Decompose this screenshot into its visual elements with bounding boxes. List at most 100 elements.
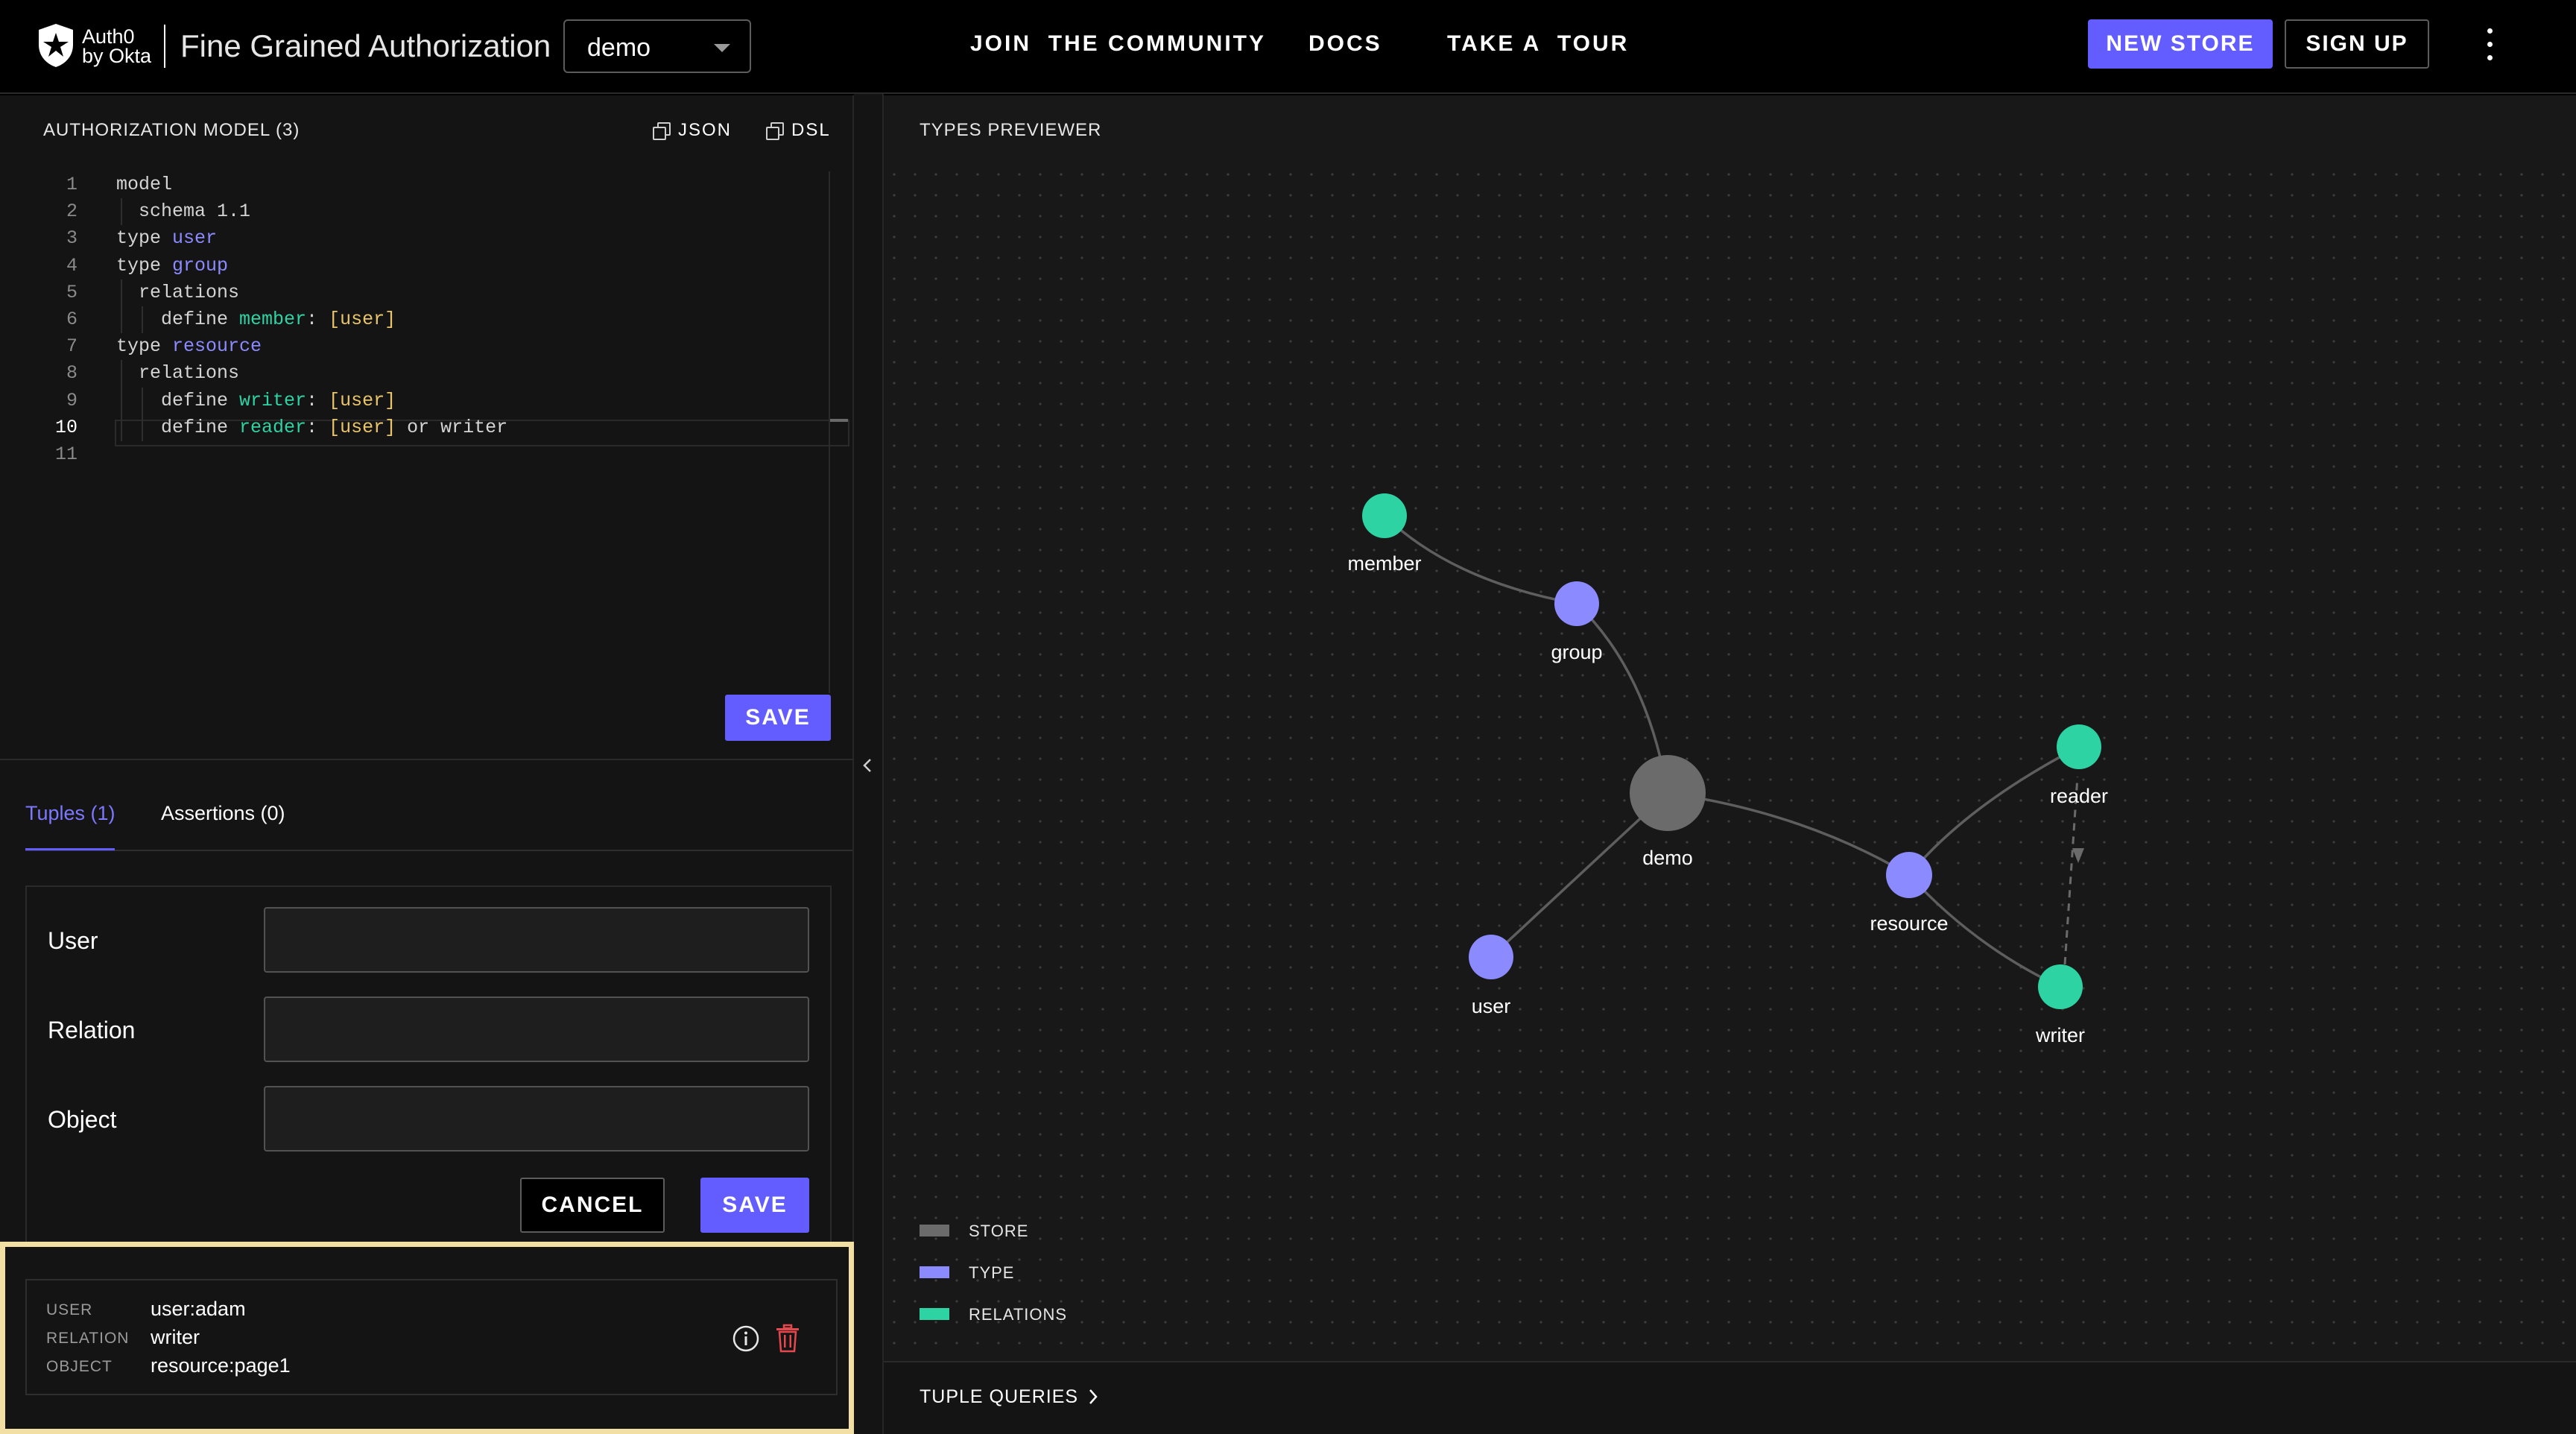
nav-take-a-tour[interactable]: TAKE A TOUR <box>1447 29 1629 59</box>
logo-divider <box>164 25 165 68</box>
line-number: 4 <box>66 254 77 277</box>
tabs-border <box>25 850 852 851</box>
node-label-demo: demo <box>1642 847 1693 869</box>
sign-up-button[interactable]: SIGN UP <box>2285 19 2429 69</box>
copy-json-label: JSON <box>678 120 732 140</box>
code-line[interactable]: 3 type user <box>22 225 827 252</box>
line-number: 5 <box>66 281 77 303</box>
nav-docs[interactable]: DOCS <box>1308 29 1382 59</box>
store-select[interactable]: demo <box>563 19 751 73</box>
chevron-right-icon[interactable] <box>1086 1388 1100 1406</box>
code-text: schema 1.1 <box>116 198 250 225</box>
edge-resource-reader <box>1908 745 2080 876</box>
trash-icon[interactable] <box>775 1324 800 1354</box>
code-line[interactable]: 7 type resource <box>22 333 827 360</box>
tuple-relation-key: RELATION <box>46 1330 130 1347</box>
tuple-queries-label[interactable]: TUPLE QUERIES <box>920 1385 1078 1409</box>
code-token: user <box>172 227 218 250</box>
line-number: 3 <box>66 227 77 250</box>
auth0-shield-logo-icon[interactable] <box>36 22 76 69</box>
legend-type-swatch <box>920 1266 949 1278</box>
code-line[interactable]: 11 <box>22 441 827 468</box>
code-line[interactable]: 1 model <box>22 171 827 198</box>
copy-dsl-button[interactable]: DSL <box>766 118 831 143</box>
node-label-user: user <box>1472 995 1511 1017</box>
authorization-model-title: AUTHORIZATION MODEL (3) <box>43 120 300 140</box>
copy-dsl-label: DSL <box>791 120 831 140</box>
line-number: 2 <box>66 200 77 223</box>
cancel-button[interactable]: CANCEL <box>520 1178 665 1233</box>
node-user[interactable] <box>1469 935 1513 979</box>
types-graph[interactable]: member group demo user resource reader w… <box>884 95 2576 1434</box>
node-label-writer: writer <box>2035 1024 2085 1046</box>
code-line[interactable]: 10 define reader: [user] or writer <box>22 414 827 441</box>
code-line[interactable]: 9 define writer: [user] <box>22 388 827 414</box>
store-select-value: demo <box>587 34 651 62</box>
nav-join-community[interactable]: JOIN THE COMMUNITY <box>970 29 1266 59</box>
node-member[interactable] <box>1362 493 1407 538</box>
tuple-user-value: user:adam <box>151 1298 246 1320</box>
node-resource[interactable] <box>1886 852 1932 898</box>
code-token: schema <box>116 200 218 223</box>
code-token: type <box>116 254 173 277</box>
node-group[interactable] <box>1554 581 1599 626</box>
user-field-label: User <box>48 927 98 954</box>
code-text: define reader: [user] or writer <box>116 414 507 441</box>
code-token: type <box>116 227 173 250</box>
tuple-relation-value: writer <box>151 1326 200 1348</box>
line-number: 8 <box>66 362 77 385</box>
edge-demo-resource <box>1667 792 1910 876</box>
panel-divider[interactable] <box>0 759 854 760</box>
node-demo[interactable] <box>1630 755 1706 831</box>
code-text: relations <box>116 360 239 387</box>
code-text: define member: [user] <box>116 306 396 333</box>
indent-guide <box>121 279 122 334</box>
object-input[interactable] <box>264 1086 809 1152</box>
code-line[interactable]: 2 schema 1.1 <box>22 198 827 225</box>
tuple-object-value: resource:page1 <box>151 1354 291 1377</box>
product-name: Fine Grained Authorization <box>180 28 551 63</box>
node-reader[interactable] <box>2057 724 2101 769</box>
object-field-label: Object <box>48 1106 117 1133</box>
line-number: 9 <box>66 389 77 411</box>
save-tuple-button[interactable]: SAVE <box>700 1178 809 1233</box>
chevron-left-icon[interactable] <box>860 757 876 774</box>
more-menu-icon[interactable] <box>2478 28 2501 61</box>
arrowhead-icon <box>2072 848 2084 863</box>
code-line[interactable]: 5 relations <box>22 279 827 306</box>
model-code-editor[interactable]: 1 model 2 schema 1.1 3 type user 4 type group 5… <box>22 171 849 693</box>
copy-json-button[interactable]: JSON <box>653 118 732 143</box>
code-token: : <box>306 309 329 330</box>
code-text: model <box>116 171 172 198</box>
line-number: 6 <box>66 309 77 330</box>
code-token: relations <box>116 281 240 303</box>
node-writer[interactable] <box>2038 964 2083 1009</box>
code-token: model <box>116 174 173 195</box>
tuple-queries-bar[interactable] <box>884 1361 2576 1434</box>
code-token: or writer <box>396 416 508 438</box>
chevron-down-icon <box>714 44 730 52</box>
code-token: relations <box>116 362 240 385</box>
line-number: 7 <box>66 335 77 358</box>
user-input[interactable] <box>264 907 809 973</box>
code-token: member <box>239 309 307 330</box>
tab-assertions[interactable]: Assertions (0) <box>161 800 285 826</box>
code-token: group <box>172 254 229 277</box>
tuple-user-key: USER <box>46 1301 93 1318</box>
code-token: define <box>116 416 240 438</box>
code-line[interactable]: 6 define member: [user] <box>22 306 827 333</box>
info-icon[interactable] <box>732 1324 760 1353</box>
editor-scroll-marker <box>830 419 848 422</box>
code-token: [user] <box>329 389 396 411</box>
legend-relations-swatch <box>920 1308 949 1320</box>
tab-tuples[interactable]: Tuples (1) <box>25 800 115 826</box>
editor-scrollbar[interactable] <box>829 171 830 693</box>
relation-input[interactable] <box>264 996 809 1062</box>
new-store-button[interactable]: NEW STORE <box>2088 19 2273 69</box>
copy-icon <box>653 122 671 140</box>
code-line[interactable]: 8 relations <box>22 360 827 387</box>
save-model-button[interactable]: SAVE <box>725 695 831 741</box>
code-token: : <box>306 416 329 438</box>
code-line[interactable]: 4 type group <box>22 253 827 279</box>
legend-relations-label: RELATIONS <box>969 1305 1068 1324</box>
